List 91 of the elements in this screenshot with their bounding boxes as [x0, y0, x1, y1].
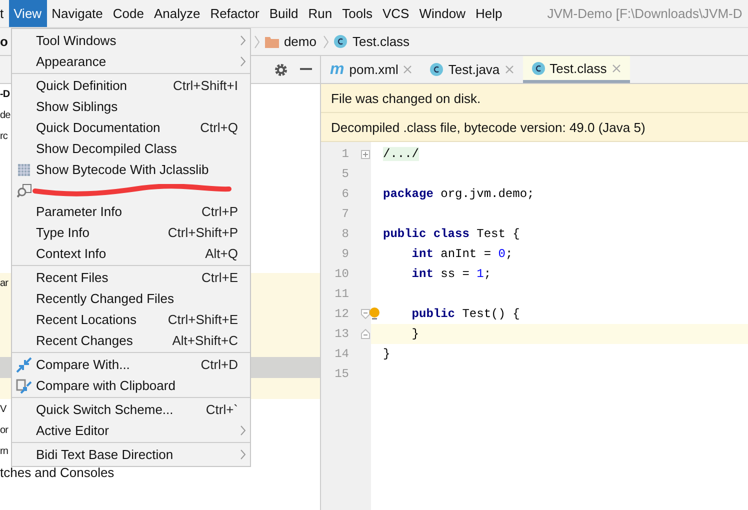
shortcut-label: Ctrl+P — [202, 204, 239, 219]
chevron-icon — [254, 34, 260, 48]
menu-item[interactable]: Recent Files Ctrl+E — [12, 267, 250, 288]
code-line: package org.jvm.demo; — [383, 187, 534, 201]
notification-banner: File was changed on disk. — [321, 84, 748, 113]
editor-tab[interactable]: m pom.xml — [321, 56, 422, 83]
menu-item[interactable]: Appearance — [12, 51, 250, 72]
shortcut-label: Ctrl+E — [202, 270, 239, 285]
tree-item-label: tches and Consoles — [0, 465, 114, 480]
menu-item[interactable]: Bidi Text Base Direction — [12, 444, 250, 465]
breadcrumb-item[interactable]: demo — [284, 34, 316, 49]
line-number: 14 — [334, 347, 349, 361]
menu-item[interactable]: Show Decompiled Class — [12, 138, 250, 159]
shortcut-label: Ctrl+Shift+P — [168, 225, 239, 240]
menu-item[interactable]: Recent Locations Ctrl+Shift+E — [12, 309, 250, 330]
menu-item[interactable]: Refactor — [205, 0, 264, 27]
menu-item[interactable]: Quick Definition Ctrl+Shift+I — [12, 75, 250, 96]
line-number: 8 — [340, 227, 349, 241]
line-number: 13 — [334, 327, 349, 341]
menu-item[interactable]: Show Siblings — [12, 96, 250, 117]
menu-item[interactable]: Help — [470, 0, 508, 27]
line-number: 9 — [340, 247, 349, 261]
code-line: int anInt = 0; — [410, 247, 513, 261]
code-line: int ss = 1; — [410, 267, 492, 281]
code-line: } — [410, 327, 420, 341]
menu-item[interactable]: Quick Switch Scheme... Ctrl+` — [12, 399, 250, 420]
line-number: 1 — [340, 147, 349, 161]
lightbulb-icon[interactable] — [369, 307, 380, 321]
menu-item[interactable]: Analyze — [148, 0, 206, 27]
close-icon[interactable] — [403, 65, 412, 74]
menu-item[interactable]: Tools — [337, 0, 378, 27]
project-name[interactable]: o — [0, 34, 8, 49]
settings-icon[interactable] — [274, 62, 288, 76]
fold-icon[interactable] — [360, 309, 370, 319]
window-title: JVM-Demo [F:\Downloads\JVM-D — [547, 5, 742, 23]
menu-item[interactable]: Compare With... Ctrl+D — [12, 354, 250, 375]
shortcut-label: Ctrl+` — [206, 402, 239, 417]
menu-item[interactable]: Tool Windows — [12, 30, 250, 51]
menu-item[interactable]: View — [8, 0, 47, 27]
menu-item[interactable]: Code — [108, 0, 149, 27]
menu-item[interactable]: Run — [303, 0, 338, 27]
menu-item[interactable]: VCS — [378, 0, 414, 27]
notification-banner: Decompiled .class file, bytecode version: 49.0 (Java 5) — [321, 113, 748, 142]
line-number: 10 — [334, 267, 349, 281]
breadcrumb-item[interactable]: Test.class — [352, 34, 410, 49]
grid-icon — [18, 164, 30, 176]
close-icon[interactable] — [504, 65, 514, 74]
menu-item[interactable]: Window — [414, 0, 470, 27]
folder-icon — [264, 36, 279, 48]
chevron-icon — [323, 34, 330, 48]
class-icon — [334, 35, 348, 48]
shortcut-label: Ctrl+D — [200, 357, 239, 372]
menu-item[interactable]: Navigate — [46, 0, 108, 27]
line-number: 12 — [334, 307, 349, 321]
shortcut-label: Alt+Shift+C — [172, 333, 239, 348]
shortcut-label: Ctrl+Shift+I — [172, 78, 239, 93]
menu-item[interactable]: Context Info Alt+Q — [12, 243, 250, 264]
search-icon — [16, 184, 32, 198]
line-number: 5 — [340, 167, 349, 181]
fold-icon[interactable] — [360, 329, 370, 339]
class-icon — [532, 62, 545, 74]
shortcut-label: Ctrl+Q — [200, 120, 239, 135]
shortcut-label: Alt+Q — [205, 246, 239, 261]
class-icon — [430, 63, 444, 76]
menu-item[interactable]: Recent Changes Alt+Shift+C — [12, 330, 250, 351]
menu-item[interactable]: t — [0, 0, 9, 27]
shortcut-label: Ctrl+Shift+E — [168, 312, 239, 327]
maven-icon: m — [330, 60, 344, 78]
menu-item[interactable]: Compare with Clipboard — [12, 375, 250, 396]
code-line: } — [383, 347, 390, 361]
close-icon[interactable] — [612, 64, 621, 72]
line-number: 15 — [334, 367, 349, 381]
tree-item-label: ar — [0, 278, 8, 289]
clipboard-compare-icon — [16, 378, 32, 394]
menu-item[interactable]: Active Editor — [12, 420, 250, 441]
menu-item[interactable]: Build — [264, 0, 304, 27]
code-line: public Test() { — [410, 307, 520, 321]
menu-item[interactable]: Type Info Ctrl+Shift+P — [12, 222, 250, 243]
line-number: 7 — [340, 207, 349, 221]
line-number: 11 — [334, 287, 349, 301]
line-number: 6 — [340, 187, 349, 201]
compare-icon — [16, 356, 32, 372]
menu-item[interactable]: Quick Documentation Ctrl+Q — [12, 117, 250, 138]
editor-tab[interactable]: Test.java — [421, 56, 523, 83]
menu-item[interactable]: Show Bytecode With Jclasslib — [12, 159, 250, 180]
expand-icon[interactable] — [360, 150, 370, 158]
menu-item[interactable]: Parameter Info Ctrl+P — [12, 201, 250, 222]
menu-item[interactable]: Recently Changed Files — [12, 288, 250, 309]
code-line: public class Test { — [383, 227, 520, 241]
hide-icon[interactable] — [300, 68, 312, 71]
editor-tab[interactable]: Test.class — [522, 56, 630, 83]
